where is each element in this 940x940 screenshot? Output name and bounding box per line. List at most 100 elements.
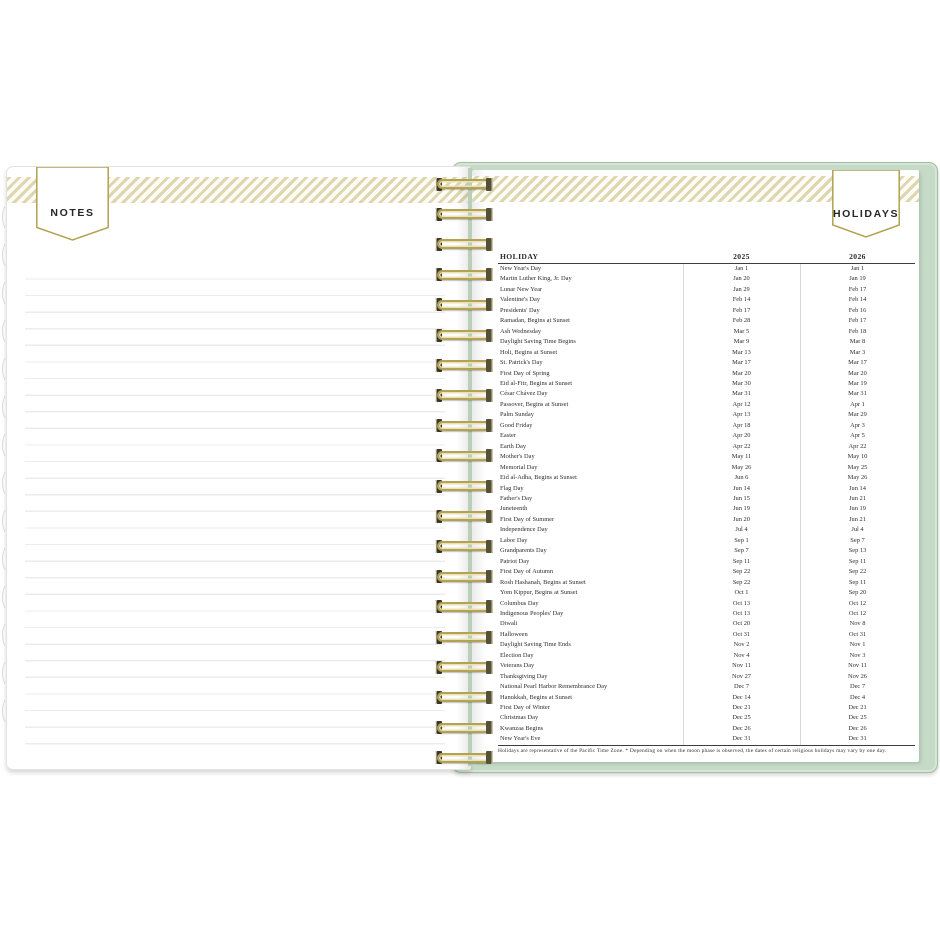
date-2025-cell: May 11 bbox=[683, 452, 800, 462]
table-row: Rosh Hashanah, Begins at SunsetSep 22Sep… bbox=[498, 578, 915, 588]
holidays-page: HOLIDAYS HOLIDAY 2025 2026 New Year's Da… bbox=[472, 170, 919, 762]
date-2025-cell: Jan 1 bbox=[683, 264, 800, 274]
binding-loop bbox=[437, 481, 491, 491]
holiday-name-cell: Father's Day bbox=[500, 494, 532, 504]
date-2025-cell: Mar 20 bbox=[683, 369, 800, 379]
table-row: Christmas DayDec 25Dec 25 bbox=[498, 713, 915, 723]
table-row: Indigenous Peoples' DayOct 13Oct 12 bbox=[498, 609, 915, 619]
date-2025-cell: Mar 13 bbox=[683, 348, 800, 358]
table-row: Father's DayJun 15Jun 21 bbox=[498, 494, 915, 504]
table-row: Memorial DayMay 26May 25 bbox=[498, 463, 915, 473]
holiday-name-cell: Eid al-Fitr, Begins at Sunset bbox=[500, 379, 572, 389]
binding-wire bbox=[437, 692, 491, 702]
table-row: Lunar New Year Jan 29Feb 17 bbox=[498, 285, 915, 295]
date-2026-cell: Dec 7 bbox=[800, 682, 915, 692]
date-2026-cell: Jan 1 bbox=[800, 264, 915, 274]
date-2025-cell: Mar 9 bbox=[683, 337, 800, 347]
date-2025-cell: Jun 14 bbox=[683, 484, 800, 494]
table-row: New Year's DayJan 1Jan 1 bbox=[498, 264, 915, 274]
date-2026-cell: Nov 3 bbox=[800, 651, 915, 661]
date-2026-cell: Dec 25 bbox=[800, 713, 915, 723]
date-2025-cell: Jun 6 bbox=[683, 473, 800, 483]
holiday-name-cell: Daylight Saving Time Begins bbox=[500, 337, 576, 347]
table-row: Easter Apr 20Apr 5 bbox=[498, 431, 915, 441]
holiday-name-cell: First Day of Winter bbox=[500, 703, 550, 713]
date-2026-cell: Sep 7 bbox=[800, 536, 915, 546]
table-row: Eid al-Adha, Begins at SunsetJun 6May 26 bbox=[498, 473, 915, 483]
holiday-name-cell: First Day of Spring bbox=[500, 369, 550, 379]
date-2026-cell: Mar 31 bbox=[800, 389, 915, 399]
holiday-name-cell: First Day of Autumn bbox=[500, 567, 553, 577]
binding-wire bbox=[437, 753, 491, 763]
date-2025-cell: Jan 29 bbox=[683, 285, 800, 295]
date-2025-cell: Apr 13 bbox=[683, 410, 800, 420]
holiday-name-cell: Lunar New Year bbox=[500, 285, 542, 295]
binding-wire bbox=[437, 209, 491, 219]
holiday-name-cell: Grandparents Day bbox=[500, 546, 547, 556]
date-2026-cell: Feb 18 bbox=[800, 327, 915, 337]
table-row: Election DayNov 4Nov 3 bbox=[498, 651, 915, 661]
date-2025-cell: Mar 31 bbox=[683, 389, 800, 399]
binding-wire bbox=[437, 511, 491, 521]
date-2025-cell: Jun 19 bbox=[683, 504, 800, 514]
date-2026-cell: Apr 3 bbox=[800, 421, 915, 431]
date-2026-cell: Nov 11 bbox=[800, 661, 915, 671]
holiday-name-cell: National Pearl Harbor Remembrance Day bbox=[500, 682, 607, 692]
holiday-table-header: HOLIDAY 2025 2026 bbox=[498, 248, 915, 264]
date-2025-cell: Dec 25 bbox=[683, 713, 800, 723]
date-2026-cell: Feb 16 bbox=[800, 306, 915, 316]
date-2026-cell: Sep 22 bbox=[800, 567, 915, 577]
date-2026-cell: Apr 22 bbox=[800, 442, 915, 452]
binding-loop bbox=[437, 572, 491, 582]
date-2026-cell: Mar 19 bbox=[800, 379, 915, 389]
date-2026-cell: Jun 19 bbox=[800, 504, 915, 514]
holiday-name-cell: Presidents' Day bbox=[500, 306, 540, 316]
table-row: First Day of SpringMar 20Mar 20 bbox=[498, 369, 915, 379]
date-2026-cell: Jan 19 bbox=[800, 274, 915, 284]
date-2026-cell: Feb 17 bbox=[800, 285, 915, 295]
date-2025-cell: Sep 22 bbox=[683, 567, 800, 577]
holiday-name-cell: St. Patrick's Day bbox=[500, 358, 543, 368]
date-2026-cell: Apr 5 bbox=[800, 431, 915, 441]
holiday-name-cell: Thanksgiving Day bbox=[500, 672, 547, 682]
holiday-name-cell: Earth Day bbox=[500, 442, 526, 452]
table-row: Grandparents DaySep 7Sep 13 bbox=[498, 546, 915, 556]
holiday-name-cell: First Day of Summer bbox=[500, 515, 554, 525]
table-row: Daylight Saving Time EndsNov 2Nov 1 bbox=[498, 640, 915, 650]
date-2025-cell: Apr 20 bbox=[683, 431, 800, 441]
spine-gap bbox=[468, 168, 472, 766]
table-row: Thanksgiving DayNov 27Nov 26 bbox=[498, 672, 915, 682]
date-2026-cell: Mar 29 bbox=[800, 410, 915, 420]
table-row: Holi, Begins at SunsetMar 13Mar 3 bbox=[498, 348, 915, 358]
table-row: Good FridayApr 18Apr 3 bbox=[498, 421, 915, 431]
binding-loop bbox=[437, 390, 491, 400]
date-2025-cell: Apr 22 bbox=[683, 442, 800, 452]
date-2026-cell: Oct 12 bbox=[800, 599, 915, 609]
date-2025-cell: Nov 4 bbox=[683, 651, 800, 661]
holiday-name-cell: César Chávez Day bbox=[500, 389, 548, 399]
binding-loop bbox=[437, 239, 491, 249]
table-row: Martin Luther King, Jr. DayJan 20Jan 19 bbox=[498, 274, 915, 284]
holiday-name-cell: Mother's Day bbox=[500, 452, 535, 462]
holiday-name-cell: Indigenous Peoples' Day bbox=[500, 609, 563, 619]
binding-loop bbox=[437, 632, 491, 642]
date-2025-cell: Jun 15 bbox=[683, 494, 800, 504]
date-2025-cell: Oct 31 bbox=[683, 630, 800, 640]
date-2026-cell: Oct 12 bbox=[800, 609, 915, 619]
table-row: JuneteenthJun 19Jun 19 bbox=[498, 504, 915, 514]
table-row: César Chávez Day Mar 31Mar 31 bbox=[498, 389, 915, 399]
holiday-table: HOLIDAY 2025 2026 New Year's DayJan 1Jan… bbox=[498, 248, 915, 754]
holiday-name-cell: Hanukkah, Begins at Sunset bbox=[500, 693, 572, 703]
date-2026-cell: May 26 bbox=[800, 473, 915, 483]
table-row: Presidents' DayFeb 17Feb 16 bbox=[498, 306, 915, 316]
binding-wire bbox=[437, 360, 491, 370]
binding-wire bbox=[437, 270, 491, 280]
page-curl bbox=[2, 697, 16, 725]
date-2025-cell: May 26 bbox=[683, 463, 800, 473]
holidays-tab: HOLIDAYS bbox=[832, 170, 900, 238]
holiday-name-cell: Easter bbox=[500, 431, 516, 441]
date-2025-cell: Mar 17 bbox=[683, 358, 800, 368]
table-row: Kwanzaa BeginsDec 26Dec 26 bbox=[498, 724, 915, 734]
table-row: HalloweenOct 31Oct 31 bbox=[498, 630, 915, 640]
date-2026-cell: Mar 8 bbox=[800, 337, 915, 347]
